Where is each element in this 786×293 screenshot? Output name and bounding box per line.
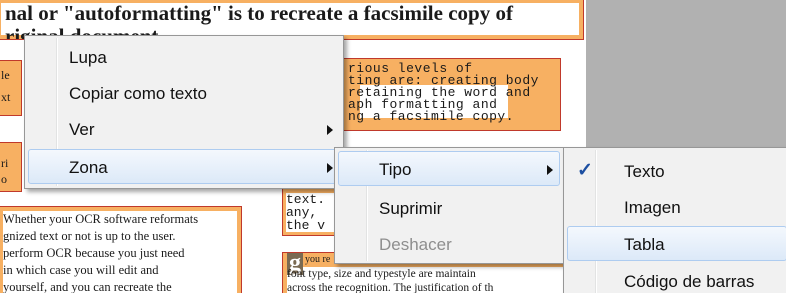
- context-menu: Lupa Copiar como texto Ver Zona: [24, 35, 344, 189]
- menu-item-label: Texto: [624, 162, 665, 181]
- menu-item-tipo[interactable]: Tipo: [338, 151, 560, 186]
- checkmark-icon: ✓: [577, 160, 593, 181]
- menu-item-label: Zona: [69, 158, 108, 177]
- menu-item-label: Ver: [69, 120, 95, 139]
- menu-item-label: Lupa: [69, 48, 107, 67]
- menu-item-zona[interactable]: Zona: [28, 149, 340, 184]
- serif-line: in which case you will edit and: [3, 263, 159, 277]
- menu-item-label: Suprimir: [379, 199, 443, 218]
- serif-line: yourself, and you can recreate the: [3, 280, 172, 293]
- menu-item-texto[interactable]: ✓ Texto: [567, 153, 786, 188]
- serif-line: gnized text or not is up to the user.: [3, 229, 176, 243]
- submenu-arrow-icon: [547, 165, 553, 175]
- menu-item-label: Deshacer: [379, 235, 452, 254]
- serif-line: perform OCR because you just need: [3, 246, 185, 260]
- zone-heading[interactable]: nal or "autoformatting" is to recreate a…: [0, 0, 584, 40]
- menu-item-imagen[interactable]: Imagen: [567, 189, 786, 224]
- menu-item-copiar-como-texto[interactable]: Copiar como texto: [28, 75, 340, 110]
- heading-line-1: nal or "autoformatting" is to recreate a…: [5, 1, 513, 25]
- submenu-tipo: ✓ Texto Imagen Tabla Código de barras: [563, 147, 786, 293]
- zone-serif-paragraph[interactable]: Whether your OCR software reformats gniz…: [0, 206, 242, 293]
- mono-line: ng a facsimile copy.: [348, 109, 515, 124]
- menu-item-label: Código de barras: [624, 272, 755, 291]
- menu-item-lupa[interactable]: Lupa: [28, 39, 340, 74]
- submenu-zona: Tipo Suprimir Deshacer: [334, 147, 564, 264]
- menu-item-ver[interactable]: Ver: [28, 111, 340, 146]
- serif-right-line: across the recognition. The justificatio…: [287, 282, 494, 293]
- serif-right-line: font type, size and typestyle are mainta…: [287, 268, 476, 280]
- mono-text-block: rious levels of ting are: creating body …: [334, 62, 538, 123]
- submenu-arrow-icon: [327, 125, 333, 135]
- left-fragment-4: o: [1, 172, 7, 186]
- left-fragment-1: le: [1, 68, 10, 82]
- menu-item-label: Copiar como texto: [69, 84, 207, 103]
- menu-item-label: Tipo: [379, 160, 412, 179]
- menu-item-tabla[interactable]: Tabla: [567, 226, 786, 261]
- zone-left-1[interactable]: le xt: [0, 60, 22, 116]
- serif-line: Whether your OCR software reformats: [3, 212, 199, 226]
- menu-item-codigo-de-barras[interactable]: Código de barras: [567, 263, 786, 293]
- zone-mono-paragraph[interactable]: rious levels of ting are: creating body …: [333, 58, 561, 131]
- menu-item-deshacer[interactable]: Deshacer: [338, 226, 560, 261]
- zone-left-2[interactable]: ri o: [0, 142, 22, 192]
- menu-item-label: Tabla: [624, 235, 665, 254]
- serif-right-line: you re: [305, 254, 331, 265]
- left-fragment-2: xt: [1, 90, 11, 104]
- mono-lower-3: the v: [286, 218, 326, 233]
- left-fragment-3: ri: [1, 156, 9, 170]
- submenu-arrow-icon: [327, 163, 333, 173]
- menu-item-suprimir[interactable]: Suprimir: [338, 190, 560, 225]
- menu-item-label: Imagen: [624, 198, 681, 217]
